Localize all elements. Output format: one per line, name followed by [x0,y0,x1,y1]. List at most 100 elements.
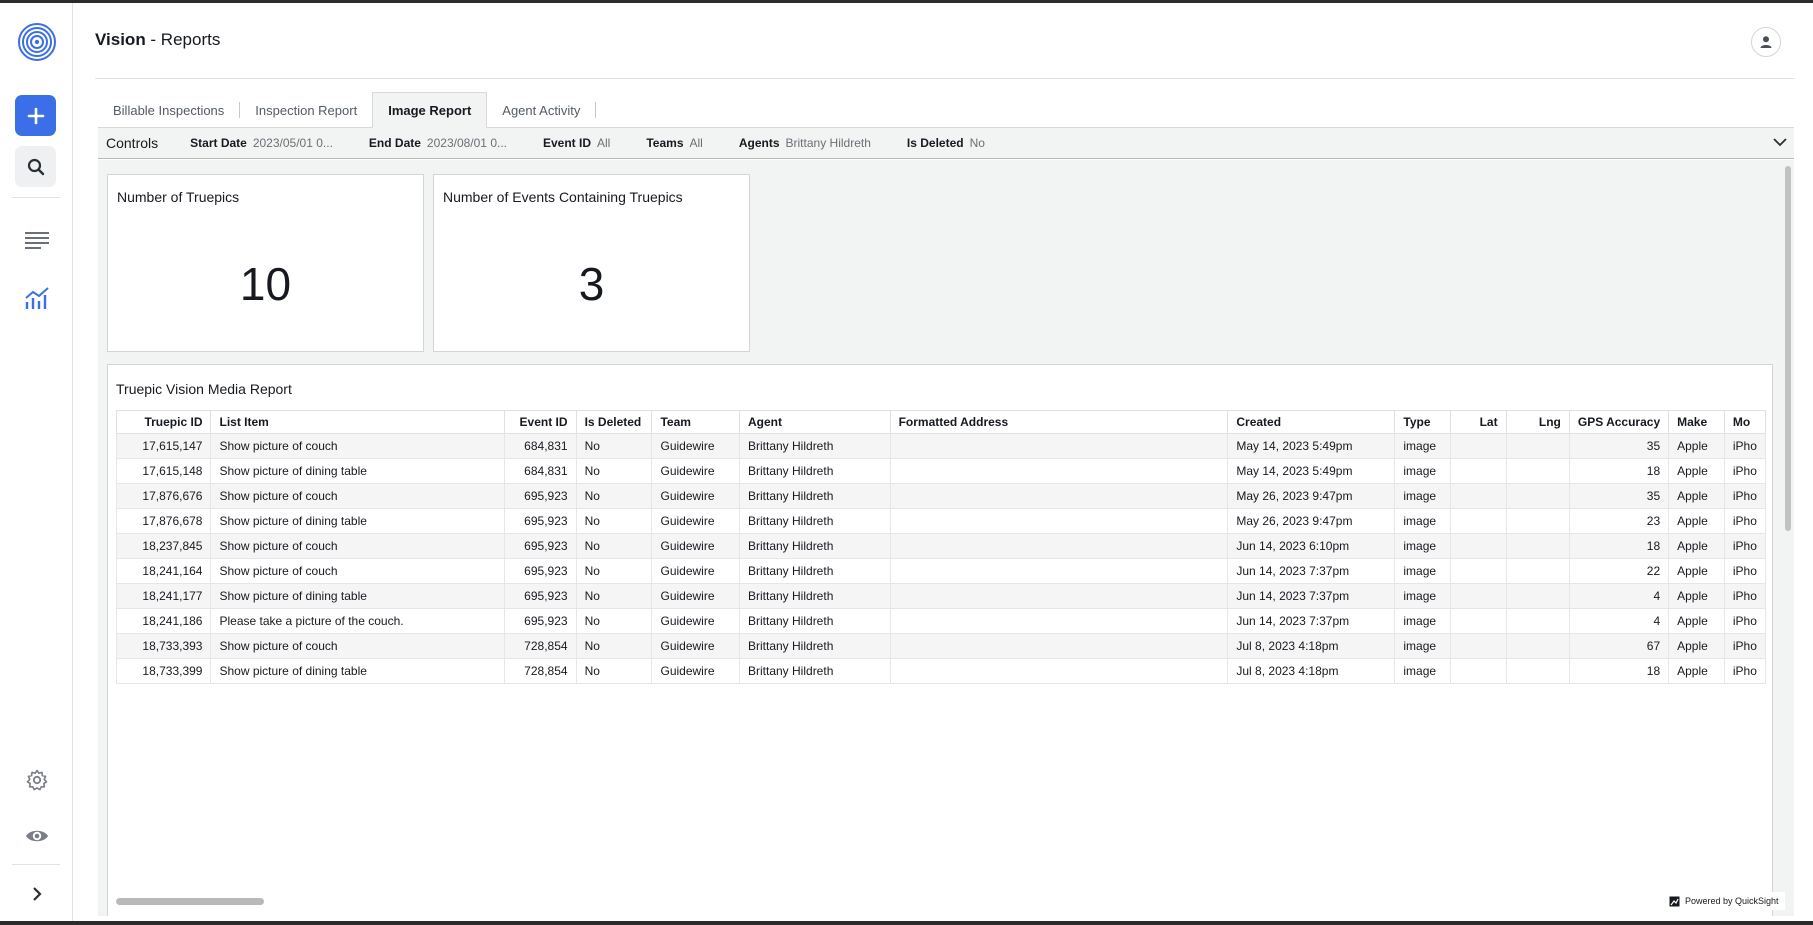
table-cell: 728,854 [503,633,577,659]
table-row[interactable]: 18,237,845 Show picture of couch 695,923 No… [116,533,1766,559]
teams-control[interactable]: Teams All [646,136,702,150]
table-row[interactable]: 18,733,399 Show picture of dining table 72… [116,658,1766,684]
column-header[interactable]: Event ID [503,410,577,434]
view-nav[interactable] [0,821,73,851]
table-cell: 684,831 [503,458,577,484]
expand-sidebar-button[interactable] [0,879,73,909]
column-header[interactable]: Agent [739,410,891,434]
table-cell: No [575,433,653,459]
table-cell: Brittany Hildreth [739,558,891,584]
kpi-title: Number of Truepics [117,189,240,205]
table-cell [889,633,1229,659]
search-button[interactable] [15,146,56,187]
table-cell: No [575,608,653,634]
table-cell: 17,615,147 [116,433,212,459]
table-row[interactable]: 17,615,148 Show picture of dining table 68… [116,458,1766,484]
table-cell: 18 [1568,658,1670,684]
table-cell: 695,923 [503,483,577,509]
event-id-control[interactable]: Event ID All [543,136,610,150]
column-header[interactable]: Team [651,410,740,434]
table-row[interactable]: 17,876,678 Show picture of dining table 69… [116,508,1766,534]
tab-billable-inspections[interactable]: Billable Inspections [98,92,239,128]
table-cell: Apple [1668,633,1725,659]
table-cell: Jul 8, 2023 4:18pm [1227,658,1396,684]
column-header[interactable]: Is Deleted [575,410,653,434]
chevron-down-icon[interactable] [1772,136,1788,148]
report-table-container[interactable]: Truepic ID List Item Event ID Is Deleted Tea… [116,410,1766,910]
tab-agent-activity[interactable]: Agent Activity [487,92,595,128]
column-header[interactable]: Lat [1450,410,1507,434]
end-date-control[interactable]: End Date 2023/08/01 0... [369,136,507,150]
table-cell: May 26, 2023 9:47pm [1227,483,1396,509]
table-cell: iPho [1723,483,1766,509]
table-cell: 18 [1568,533,1670,559]
new-inspection-button[interactable] [15,95,56,136]
user-menu-button[interactable] [1751,27,1781,57]
table-cell [1450,483,1507,509]
table-cell [1505,608,1570,634]
table-cell: Guidewire [651,433,740,459]
table-cell: 695,923 [503,583,577,609]
table-row[interactable]: 18,241,164 Show picture of couch 695,923 No… [116,558,1766,584]
table-cell: 695,923 [503,558,577,584]
eye-icon [25,830,48,842]
table-cell: No [575,583,653,609]
table-row[interactable]: 17,615,147 Show picture of couch 684,831 No… [116,433,1766,459]
table-cell: Brittany Hildreth [739,508,891,534]
column-header[interactable]: Formatted Address [889,410,1229,434]
tab-image-report[interactable]: Image Report [372,92,488,129]
column-header[interactable]: Created [1227,410,1396,434]
table-cell: Brittany Hildreth [739,483,891,509]
table-cell: 18,733,399 [116,658,212,684]
column-header[interactable]: Type [1394,410,1452,434]
table-cell: Apple [1668,458,1725,484]
table-cell [1505,633,1570,659]
sheet-tabs: Billable Inspections Inspection Report I… [98,92,1794,129]
table-cell: Apple [1668,558,1725,584]
agents-control[interactable]: Agents Brittany Hildreth [739,136,871,150]
sidebar [0,3,73,921]
table-cell: Jun 14, 2023 7:37pm [1227,583,1396,609]
table-cell: Show picture of dining table [210,508,505,534]
table-cell: May 14, 2023 5:49pm [1227,458,1396,484]
table-cell: Guidewire [651,558,740,584]
table-cell: 18,241,177 [116,583,212,609]
table-cell: 17,876,676 [116,483,212,509]
settings-nav[interactable] [0,765,73,795]
table-cell: image [1394,483,1452,509]
table-row[interactable]: 17,876,676 Show picture of couch 695,923 No… [116,483,1766,509]
tab-inspection-report[interactable]: Inspection Report [240,92,372,128]
table-cell [1450,633,1507,659]
horizontal-scroll-thumb[interactable] [116,898,264,905]
start-date-control[interactable]: Start Date 2023/05/01 0... [190,136,333,150]
report-title: Truepic Vision Media Report [116,381,292,397]
table-cell: 18,241,164 [116,558,212,584]
page-title: Vision - Reports [95,30,221,49]
is-deleted-control[interactable]: Is Deleted No [907,136,985,150]
column-header[interactable]: Make [1668,410,1725,434]
table-row[interactable]: 18,241,177 Show picture of dining table 69… [116,583,1766,609]
table-cell [1450,458,1507,484]
column-header[interactable]: List Item [210,410,505,434]
table-cell: No [575,533,653,559]
table-row[interactable]: 18,733,393 Show picture of couch 728,854 No… [116,633,1766,659]
controls-bar[interactable]: Controls Start Date 2023/05/01 0... End D… [98,128,1794,159]
table-cell [1505,433,1570,459]
report-table: Truepic ID List Item Event ID Is Deleted Tea… [116,410,1766,684]
column-header[interactable]: GPS Accuracy [1568,410,1670,434]
reports-nav[interactable] [0,283,73,313]
inspections-list-nav[interactable] [0,225,73,255]
table-cell: Brittany Hildreth [739,608,891,634]
vertical-scrollbar[interactable] [1782,160,1794,916]
gear-icon [26,769,47,791]
vertical-scroll-thumb[interactable] [1785,166,1791,531]
table-cell: 695,923 [503,508,577,534]
column-header[interactable]: Truepic ID [116,410,212,434]
table-cell: iPho [1723,508,1766,534]
column-header[interactable]: Mo [1723,410,1766,434]
table-row[interactable]: 18,241,186 Please take a picture of the c… [116,608,1766,634]
kpi-number-of-truepics: Number of Truepics 10 [107,174,424,352]
column-header[interactable]: Lng [1505,410,1570,434]
table-cell: No [575,458,653,484]
app-logo-icon[interactable] [0,17,73,67]
